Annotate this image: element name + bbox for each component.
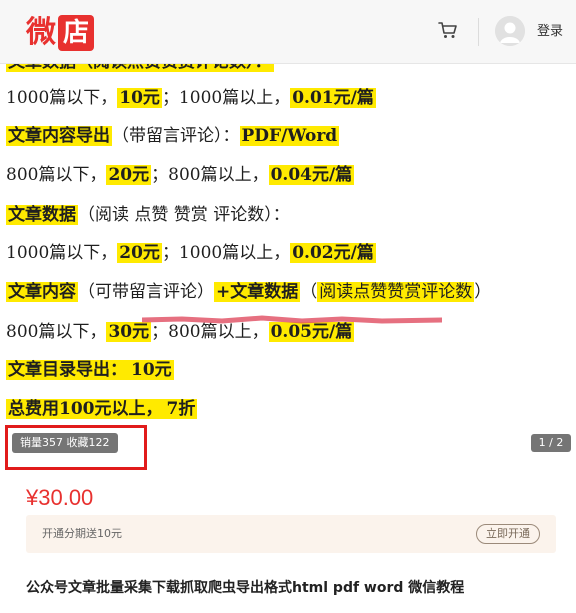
- sales-badge: 销量357 收藏122: [12, 433, 118, 453]
- product-title: 公众号文章批量采集下载抓取爬虫导出格式html pdf word 微信教程: [26, 580, 465, 596]
- header-divider: [478, 18, 479, 46]
- heading-article-export: 文章内容导出 （带留言评论）： PDF/Word: [6, 126, 340, 146]
- price-tier-line-3: 1000篇以下， 20元 ；1000篇以上， 0.02元/篇: [6, 243, 376, 263]
- installment-promo: 开通分期送10元 立即开通: [26, 515, 556, 553]
- price-tier-line-1: 1000篇以下， 10元 ；1000篇以上， 0.01元/篇: [6, 88, 376, 108]
- logo-char-wei: 微: [26, 15, 56, 50]
- promo-text: 开通分期送10元: [42, 527, 122, 540]
- heading-article-data: 文章数据 （阅读 点赞 赞赏 评论数）：: [6, 205, 290, 225]
- weidian-logo[interactable]: 微 店: [26, 14, 94, 52]
- logo-char-dian: 店: [58, 15, 94, 51]
- product-description-image: 文章数据（阅读点赞赞赏评论数）： 1000篇以下，10元；1000篇以上，0.0…: [0, 64, 576, 436]
- product-price: ¥30.00: [26, 485, 94, 510]
- price-tier-line-2: 800篇以下， 20元 ；800篇以上， 0.04元/篇: [6, 165, 355, 185]
- app-header: 微 店 登录: [0, 0, 576, 64]
- avatar-icon[interactable]: [495, 16, 525, 46]
- heading-catalog-export: 文章目录导出： 10元: [6, 360, 174, 380]
- discount-line: 总费用100元以上， 7折: [6, 399, 198, 419]
- cart-icon[interactable]: [438, 21, 458, 39]
- heading-content-plus-data: 文章内容 （可带留言评论） +文章数据（阅读点赞赞赏评论数）: [6, 282, 492, 302]
- login-link[interactable]: 登录: [537, 23, 563, 41]
- image-pager: 1 / 2: [531, 434, 571, 452]
- scribble-overlay: [142, 315, 442, 324]
- open-installment-button[interactable]: 立即开通: [476, 524, 540, 544]
- partial-text-line: 文章数据（阅读点赞赞赏评论数）：: [6, 64, 274, 74]
